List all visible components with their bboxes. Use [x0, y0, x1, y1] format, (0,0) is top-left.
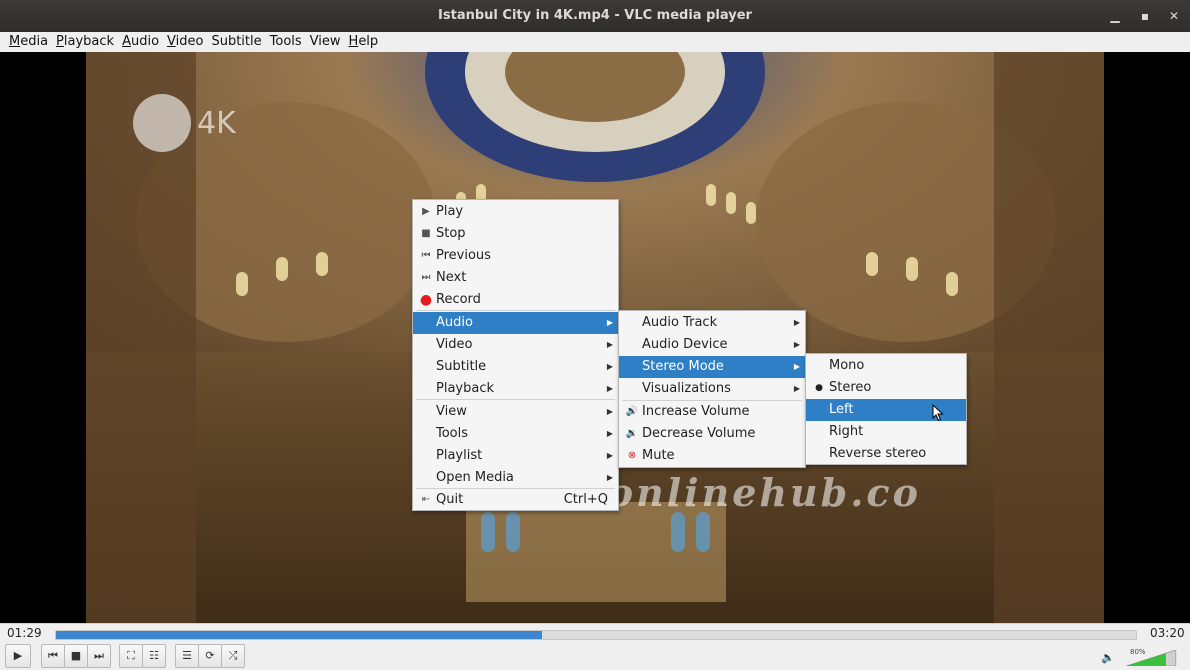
- loop-icon: ⟳: [205, 649, 215, 662]
- menu-item-audio-device[interactable]: Audio Device ▶: [619, 334, 805, 356]
- mouse-cursor-icon: [932, 404, 944, 422]
- record-icon: ●: [419, 292, 433, 308]
- control-bar: 01:29 03:20 ▶ ⏮ ■ ⏭ ⛶ ☷ ☰ ⟳ ⤮ 🔈 80%: [0, 623, 1190, 670]
- menu-view[interactable]: View: [306, 32, 345, 52]
- shuffle-button[interactable]: ⤮: [221, 644, 245, 668]
- menu-item-reverse-stereo[interactable]: Reverse stereo: [806, 443, 966, 465]
- seek-slider[interactable]: [55, 630, 1137, 640]
- menu-item-audio[interactable]: Audio ▶: [413, 312, 618, 334]
- chevron-right-icon: ▶: [606, 318, 613, 327]
- volume-percent: 80%: [1130, 648, 1146, 656]
- menu-item-stereo-mode[interactable]: Stereo Mode ▶: [619, 356, 805, 378]
- chevron-right-icon: ▶: [606, 362, 613, 371]
- stop-icon: ■: [70, 649, 82, 662]
- radio-checked-icon: ●: [815, 383, 823, 393]
- previous-button[interactable]: ⏮: [41, 644, 65, 668]
- next-button[interactable]: ⏭: [87, 644, 111, 668]
- playlist-icon: ☰: [182, 649, 192, 662]
- equalizer-icon: ☷: [149, 649, 159, 662]
- chevron-right-icon: ▶: [606, 407, 613, 416]
- mute-icon: ⊗: [627, 450, 637, 461]
- previous-icon: ⏮: [48, 649, 58, 662]
- menu-item-play[interactable]: ▶ Play: [413, 201, 618, 223]
- menu-item-subtitle[interactable]: Subtitle ▶: [413, 356, 618, 378]
- close-icon[interactable]: ✕: [1166, 8, 1182, 24]
- menu-item-previous[interactable]: ⏮ Previous: [413, 245, 618, 267]
- menu-item-audio-track[interactable]: Audio Track ▶: [619, 312, 805, 334]
- menu-item-open-media[interactable]: Open Media ▶: [413, 467, 618, 489]
- next-icon: ⏭: [421, 272, 431, 283]
- chevron-right-icon: ▶: [793, 362, 800, 371]
- chevron-right-icon: ▶: [606, 340, 613, 349]
- menu-item-increase-volume[interactable]: 🔊 Increase Volume: [619, 401, 805, 423]
- audio-submenu: Audio Track ▶ Audio Device ▶ Stereo Mode ▶ …: [618, 310, 806, 468]
- play-icon: ▶: [13, 649, 23, 662]
- fullscreen-icon: ⛶: [127, 649, 135, 662]
- menu-help[interactable]: Help: [345, 32, 383, 52]
- menu-item-next[interactable]: ⏭ Next: [413, 267, 618, 289]
- stop-button[interactable]: ■: [64, 644, 88, 668]
- quit-icon: ⇤: [421, 494, 431, 505]
- volume-down-icon: 🔉: [625, 428, 639, 439]
- seek-progress: [56, 631, 542, 639]
- title-bar: Istanbul City in 4K.mp4 - VLC media play…: [0, 0, 1190, 32]
- menu-item-video[interactable]: Video ▶: [413, 334, 618, 356]
- total-time: 03:20: [1150, 626, 1185, 640]
- menu-item-stop[interactable]: ■ Stop: [413, 223, 618, 245]
- menu-item-playback[interactable]: Playback ▶: [413, 378, 618, 400]
- play-button[interactable]: ▶: [5, 644, 31, 668]
- 4k-logo: 4K: [133, 94, 236, 152]
- menu-item-quit[interactable]: ⇤ Quit Ctrl+Q: [413, 489, 618, 511]
- menu-bar: Media Playback Audio Video Subtitle Tools View…: [0, 32, 1190, 53]
- volume-up-icon: 🔊: [625, 406, 639, 417]
- loop-button[interactable]: ⟳: [198, 644, 222, 668]
- chevron-right-icon: ▶: [606, 451, 613, 460]
- chevron-right-icon: ▶: [606, 384, 613, 393]
- next-icon: ⏭: [94, 649, 104, 662]
- playlist-button[interactable]: ☰: [175, 644, 199, 668]
- menu-item-mute[interactable]: ⊗ Mute: [619, 445, 805, 467]
- chevron-right-icon: ▶: [793, 384, 800, 393]
- stop-icon: ■: [421, 228, 431, 239]
- chevron-right-icon: ▶: [793, 318, 800, 327]
- menu-tools[interactable]: Tools: [266, 32, 306, 52]
- fullscreen-button[interactable]: ⛶: [119, 644, 143, 668]
- extended-settings-button[interactable]: ☷: [142, 644, 166, 668]
- window-title: Istanbul City in 4K.mp4 - VLC media play…: [438, 8, 752, 23]
- chevron-right-icon: ▶: [793, 340, 800, 349]
- menu-subtitle[interactable]: Subtitle: [207, 32, 265, 52]
- menu-item-view[interactable]: View ▶: [413, 401, 618, 423]
- menu-item-right[interactable]: Right: [806, 421, 966, 443]
- context-menu: ▶ Play ■ Stop ⏮ Previous ⏭ Next ● Record Audi…: [412, 199, 619, 511]
- menu-item-visualizations[interactable]: Visualizations ▶: [619, 378, 805, 400]
- speaker-icon[interactable]: 🔈: [1101, 651, 1115, 664]
- chevron-right-icon: ▶: [606, 473, 613, 482]
- menu-item-tools[interactable]: Tools ▶: [413, 423, 618, 445]
- play-icon: ▶: [422, 206, 430, 217]
- elapsed-time: 01:29: [7, 626, 42, 640]
- menu-item-record[interactable]: ● Record: [413, 289, 618, 311]
- menu-separator: [416, 399, 615, 400]
- maximize-icon[interactable]: ▪: [1137, 8, 1153, 24]
- menu-item-stereo[interactable]: ● Stereo: [806, 377, 966, 399]
- menu-audio[interactable]: Audio: [118, 32, 163, 52]
- menu-video[interactable]: Video: [163, 32, 207, 52]
- logo-circle-icon: [133, 94, 191, 152]
- quit-shortcut: Ctrl+Q: [563, 492, 608, 507]
- minimize-icon[interactable]: ▁: [1107, 8, 1123, 24]
- menu-item-mono[interactable]: Mono: [806, 355, 966, 377]
- chevron-right-icon: ▶: [606, 429, 613, 438]
- shuffle-icon: ⤮: [228, 649, 238, 662]
- menu-item-decrease-volume[interactable]: 🔉 Decrease Volume: [619, 423, 805, 445]
- menu-separator: [416, 310, 615, 311]
- menu-item-playlist[interactable]: Playlist ▶: [413, 445, 618, 467]
- previous-icon: ⏮: [421, 250, 431, 261]
- menu-media[interactable]: Media: [5, 32, 52, 52]
- menu-playback[interactable]: Playback: [52, 32, 118, 52]
